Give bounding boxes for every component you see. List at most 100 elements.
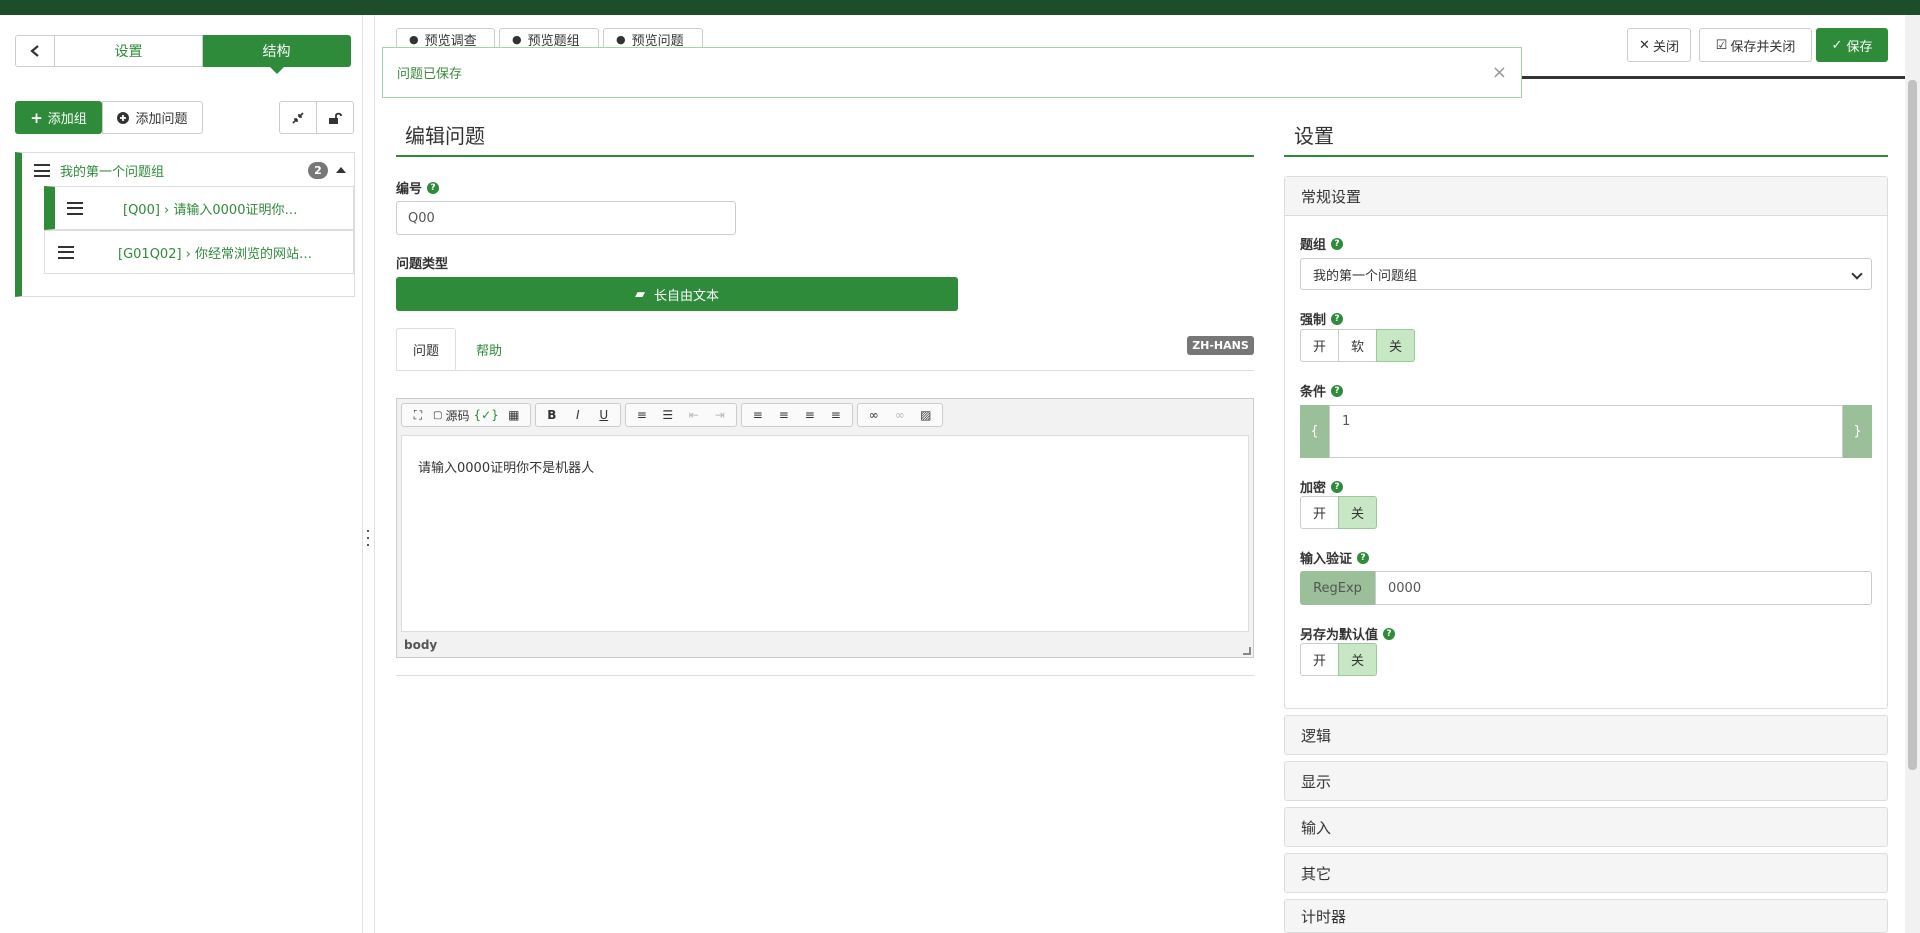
group-select-value: 我的第一个问题组: [1313, 268, 1418, 284]
mandatory-label-text: 强制: [1300, 313, 1327, 328]
drag-handle-icon[interactable]: [67, 201, 83, 215]
bold-icon[interactable]: B: [539, 405, 565, 425]
validation-field: RegExp 0000: [1300, 571, 1872, 605]
condition-field: { 1 }: [1300, 405, 1872, 458]
save-button[interactable]: ✓ 保存: [1816, 28, 1888, 62]
code-label-text: 编号: [396, 182, 423, 197]
section-other[interactable]: 其它: [1284, 853, 1888, 893]
mandatory-on[interactable]: 开: [1300, 329, 1339, 362]
save-and-close-button[interactable]: ☑ 保存并关闭: [1699, 28, 1812, 62]
mandatory-toggle: 开 软 关: [1300, 329, 1415, 362]
align-center-icon[interactable]: ≡: [771, 405, 797, 425]
question-label[interactable]: [Q00] › 请输入0000证明你…: [123, 199, 297, 218]
toolbar-group: B I U: [534, 403, 621, 427]
tree-question-item[interactable]: [Q00] › 请输入0000证明你…: [44, 186, 354, 230]
add-group-button[interactable]: + 添加组: [15, 101, 102, 134]
alert-close-icon[interactable]: ×: [1492, 62, 1507, 83]
section-input[interactable]: 输入: [1284, 807, 1888, 847]
back-button[interactable]: [15, 35, 55, 67]
toolbar-group: ⛶ ▢ 源码 {✓} ▦: [401, 403, 531, 427]
underline-icon[interactable]: U: [591, 405, 617, 425]
table-icon[interactable]: ▦: [501, 405, 527, 425]
help-icon[interactable]: ?: [1331, 237, 1344, 250]
help-icon[interactable]: ?: [1331, 480, 1344, 493]
source-button[interactable]: ▢ 源码: [431, 405, 471, 425]
group-field-label-text: 题组: [1300, 238, 1327, 253]
eye-icon: ●: [616, 33, 626, 46]
tab-settings[interactable]: 设置: [55, 35, 203, 67]
default-on[interactable]: 开: [1300, 643, 1339, 676]
collapse-all-button[interactable]: [279, 101, 317, 134]
condition-label-text: 条件: [1300, 385, 1327, 400]
drag-handle-icon[interactable]: [58, 245, 74, 259]
mandatory-off[interactable]: 关: [1376, 329, 1415, 362]
general-settings-heading[interactable]: 常规设置: [1285, 177, 1887, 216]
help-icon[interactable]: ?: [427, 181, 440, 194]
indent-icon[interactable]: ⇥: [707, 405, 733, 425]
encrypt-on[interactable]: 开: [1300, 496, 1339, 529]
help-icon[interactable]: ?: [1331, 312, 1344, 325]
scrollbar-thumb[interactable]: [1908, 80, 1917, 770]
question-label[interactable]: [G01Q02] › 你经常浏览的网站…: [118, 243, 312, 262]
validation-label: 输入验证?: [1300, 548, 1370, 567]
tree-question-item[interactable]: [G01Q02] › 你经常浏览的网站…: [44, 230, 354, 274]
numbered-list-icon[interactable]: ≡: [629, 405, 655, 425]
chevron-left-icon: [30, 45, 39, 57]
mandatory-soft[interactable]: 软: [1338, 329, 1377, 362]
tab-help[interactable]: 帮助: [458, 328, 520, 370]
help-icon[interactable]: ?: [1383, 627, 1396, 640]
italic-icon[interactable]: I: [565, 405, 591, 425]
section-logic[interactable]: 逻辑: [1284, 715, 1888, 755]
panel-resizer[interactable]: [362, 530, 374, 546]
bulleted-list-icon[interactable]: ☰: [655, 405, 681, 425]
close-button[interactable]: ✕ 关闭: [1627, 28, 1691, 62]
align-right-icon[interactable]: ≡: [797, 405, 823, 425]
question-type-button[interactable]: ▰ 长自由文本: [396, 277, 958, 311]
help-icon[interactable]: ?: [1357, 551, 1370, 564]
group-label[interactable]: 我的第一个问题组: [60, 161, 164, 180]
outdent-icon[interactable]: ⇤: [681, 405, 707, 425]
tree-group[interactable]: 我的第一个问题组 2: [22, 153, 354, 188]
top-navbar: [0, 0, 1920, 15]
code-label: 编号 ?: [396, 178, 440, 197]
unlink-icon[interactable]: ∞: [887, 405, 913, 425]
tab-question[interactable]: 问题: [396, 328, 456, 370]
caret-up-icon[interactable]: [336, 167, 346, 173]
mandatory-label: 强制?: [1300, 309, 1344, 328]
condition-textarea[interactable]: 1: [1329, 405, 1843, 458]
code-input[interactable]: Q00: [396, 201, 736, 235]
editor-content[interactable]: 请输入0000证明你不是机器人: [401, 435, 1249, 632]
image-icon[interactable]: ▨: [913, 405, 939, 425]
help-icon[interactable]: ?: [1331, 384, 1344, 397]
section-timer[interactable]: 计时器: [1284, 899, 1888, 933]
compress-icon: [292, 111, 304, 124]
tab-structure[interactable]: 结构: [203, 35, 351, 74]
toolbar-group: ∞ ∞ ▨: [856, 403, 943, 427]
resize-handle[interactable]: [1243, 647, 1251, 655]
alert-text: 问题已保存: [397, 67, 463, 82]
count-badge: 2: [308, 162, 328, 179]
align-justify-icon[interactable]: ≡: [823, 405, 849, 425]
sidebar: 设置 结构 + 添加组 添加问题 我的第一个问题组 2 [Q00] › 请输入0…: [0, 15, 363, 933]
divider: [396, 675, 1254, 676]
maximize-icon[interactable]: ⛶: [405, 405, 431, 425]
expression-icon[interactable]: {✓}: [471, 405, 500, 425]
encrypt-off[interactable]: 关: [1338, 496, 1377, 529]
settings-title: 设置: [1294, 124, 1334, 148]
default-off[interactable]: 关: [1338, 643, 1377, 676]
add-question-button[interactable]: 添加问题: [102, 101, 203, 134]
page-title: 编辑问题: [405, 124, 485, 148]
rich-text-editor: ⛶ ▢ 源码 {✓} ▦ B I U ≡ ☰ ⇤ ⇥ ≡ ≡ ≡ ≡ ∞ ∞ ▨ …: [396, 398, 1254, 658]
section-display[interactable]: 显示: [1284, 761, 1888, 801]
validation-input[interactable]: 0000: [1375, 571, 1872, 605]
align-left-icon[interactable]: ≡: [745, 405, 771, 425]
unlock-button[interactable]: [317, 101, 354, 134]
group-select[interactable]: 我的第一个问题组: [1300, 258, 1872, 290]
default-toggle: 开 关: [1300, 643, 1377, 676]
add-question-label: 添加问题: [135, 112, 188, 127]
add-group-label: 添加组: [47, 112, 87, 127]
drag-handle-icon[interactable]: [34, 164, 50, 177]
encrypt-toggle: 开 关: [1300, 496, 1377, 529]
sidebar-actions: + 添加组 添加问题: [15, 101, 356, 135]
link-icon[interactable]: ∞: [861, 405, 887, 425]
